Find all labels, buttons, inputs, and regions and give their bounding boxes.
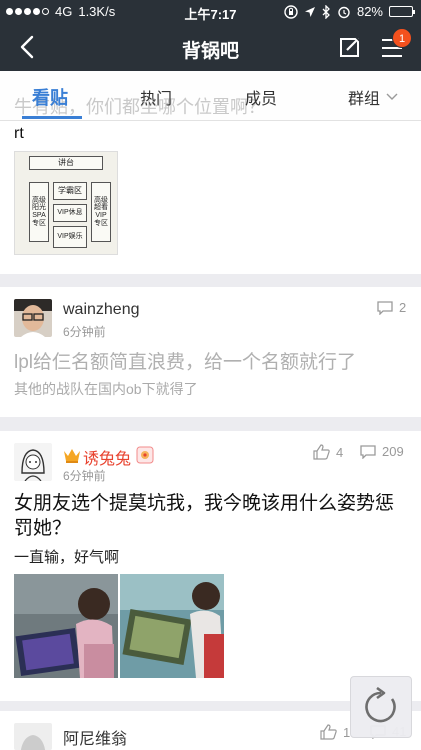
like-count[interactable]: 1 (320, 724, 350, 740)
map-label-stage: 讲台 (29, 156, 103, 170)
refresh-button[interactable] (350, 676, 412, 738)
bluetooth-icon (322, 4, 330, 19)
post-time: 6分钟前 (63, 469, 106, 483)
refresh-icon (365, 687, 396, 723)
tieba-app: 4G 1.3K/s 上午7:17 82% 背锅吧 1 rt 讲台 高级阳光SPA… (0, 0, 421, 750)
username[interactable]: wainzheng (63, 301, 140, 319)
map-label-center-top: 学霸区 (53, 182, 87, 200)
active-tab-indicator (22, 116, 82, 119)
map-label-center-mid: VIP休息 (53, 204, 87, 222)
tab-posts[interactable]: 看贴 (32, 84, 68, 110)
reply-count[interactable]: 2 (377, 300, 406, 315)
avatar[interactable] (14, 443, 52, 481)
lock-rotation-icon (284, 4, 298, 19)
alarm-icon (338, 6, 350, 18)
thumbs-up-icon (313, 444, 330, 460)
tab-members[interactable]: 成员 (245, 85, 277, 109)
post-card[interactable]: 诱兔兔 6分钟前 4 209 女朋友选个提莫坑我，我今晚该用什么姿势惩罚她？ 一… (0, 431, 421, 701)
username[interactable]: 阿尼维翁 (63, 725, 127, 749)
post-photo[interactable] (120, 574, 224, 678)
post-photo[interactable] (14, 574, 118, 678)
nav-bar: 背锅吧 1 (0, 24, 421, 71)
tab-hot[interactable]: 热门 (140, 85, 172, 109)
like-count-value: 4 (336, 444, 344, 460)
crown-icon (64, 449, 80, 463)
location-icon (304, 6, 315, 17)
map-label-center-bottom: VIP娱乐 (53, 226, 87, 248)
map-label-right: 高级超看VIP专区 (91, 182, 111, 242)
tab-groups[interactable]: 群组 (348, 85, 398, 109)
reply-count-value: 2 (399, 300, 407, 315)
status-bar: 4G 1.3K/s 上午7:17 82% (0, 0, 421, 24)
tab-bar: 牛有贴，你们都坐哪个位置啊？ 看贴 热门 成员 群组 (0, 71, 421, 121)
post-subtitle: 一直输，好气啊 (14, 549, 120, 566)
post-card[interactable]: wainzheng 6分钟前 2 lpl给仨名额简直浪费，给一个名额就行了 其他… (0, 287, 421, 417)
comment-icon (360, 444, 376, 459)
map-label-left: 高级阳光SPA专区 (29, 182, 49, 242)
compose-icon[interactable] (338, 35, 362, 59)
username[interactable]: 诱兔兔 (83, 445, 131, 469)
battery-percent: 82% (356, 4, 383, 19)
avatar[interactable] (14, 723, 52, 750)
post-title[interactable]: 女朋友选个提莫坑我，我今晚该用什么姿势惩罚她？ (14, 491, 409, 541)
like-count[interactable]: 4 (313, 444, 343, 460)
post-time: 6分钟前 (63, 325, 106, 339)
status-right: 82% (284, 4, 415, 19)
post-text: rt (14, 125, 24, 142)
tab-groups-label: 群组 (348, 91, 381, 108)
post-card[interactable]: rt 讲台 高级阳光SPA专区 学霸区 VIP休息 VIP娱乐 高级超看VIP专… (0, 121, 421, 274)
post-title[interactable]: lpl给仨名额简直浪费，给一个名额就行了 (14, 347, 356, 374)
avatar[interactable] (14, 299, 52, 337)
post-subtitle: 其他的战队在国内ob下就得了 (14, 381, 198, 397)
reply-count-value: 209 (382, 444, 404, 459)
notification-badge: 1 (392, 28, 412, 48)
level-badge-icon (136, 446, 154, 464)
battery-icon (389, 6, 415, 17)
reply-count[interactable]: 209 (360, 444, 404, 459)
post-image-classroom-map[interactable]: 讲台 高级阳光SPA专区 学霸区 VIP休息 VIP娱乐 高级超看VIP专区 (14, 151, 118, 255)
comment-icon (377, 300, 393, 315)
chevron-down-icon (386, 93, 398, 100)
thumbs-up-icon (320, 724, 337, 740)
